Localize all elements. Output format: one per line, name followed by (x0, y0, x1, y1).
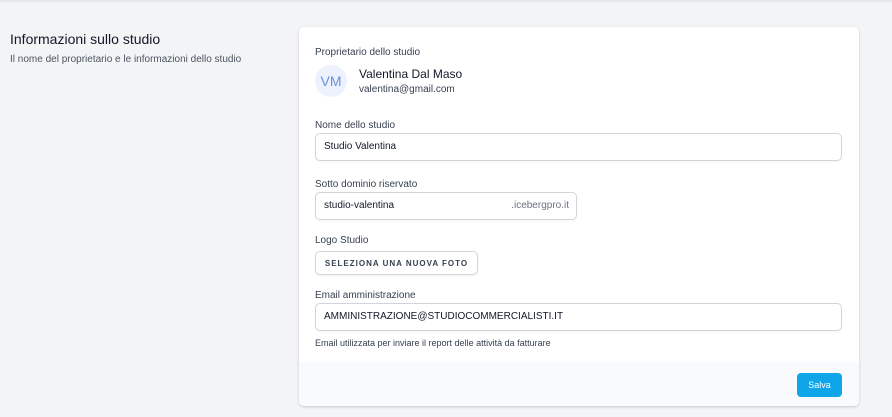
studio-name-value: Studio Valentina (324, 141, 397, 152)
owner-name: Valentina Dal Maso (359, 66, 463, 81)
studio-name-input[interactable]: Studio Valentina (315, 133, 842, 161)
admin-email-input[interactable]: AMMINISTRAZIONE@STUDIOCOMMERCIALISTI.IT (315, 303, 842, 331)
owner-email: valentina@gmail.com (359, 83, 455, 95)
top-divider (0, 0, 892, 2)
card-footer: Salva (299, 362, 859, 406)
admin-email-help: Email utilizzata per inviare il report d… (315, 338, 551, 348)
card-body: Proprietario dello studio VM Valentina D… (299, 27, 859, 362)
section-description: Il nome del proprietario e le informazio… (10, 54, 242, 65)
admin-email-label: Email amministrazione (315, 290, 416, 301)
owner-info: Valentina Dal Maso valentina@gmail.com (359, 67, 462, 96)
select-photo-button[interactable]: SELEZIONA UNA NUOVA FOTO (315, 251, 478, 275)
section-intro: Informazioni sullo studio Il nome del pr… (10, 30, 290, 67)
avatar: VM (315, 65, 347, 97)
save-button[interactable]: Salva (797, 373, 842, 397)
studio-info-card: Proprietario dello studio VM Valentina D… (299, 27, 859, 406)
owner-label: Proprietario dello studio (315, 47, 421, 58)
subdomain-suffix: .icebergpro.it (511, 200, 569, 211)
section-title: Informazioni sullo studio (10, 31, 161, 47)
owner-block: VM Valentina Dal Maso valentina@gmail.co… (315, 65, 462, 97)
subdomain-value: studio-valentina (324, 200, 395, 211)
admin-email-value: AMMINISTRAZIONE@STUDIOCOMMERCIALISTI.IT (324, 311, 564, 322)
subdomain-label: Sotto dominio riservato (315, 179, 418, 190)
studio-name-label: Nome dello studio (315, 120, 396, 131)
logo-label: Logo Studio (315, 235, 369, 246)
subdomain-input[interactable]: studio-valentina .icebergpro.it (315, 192, 577, 220)
